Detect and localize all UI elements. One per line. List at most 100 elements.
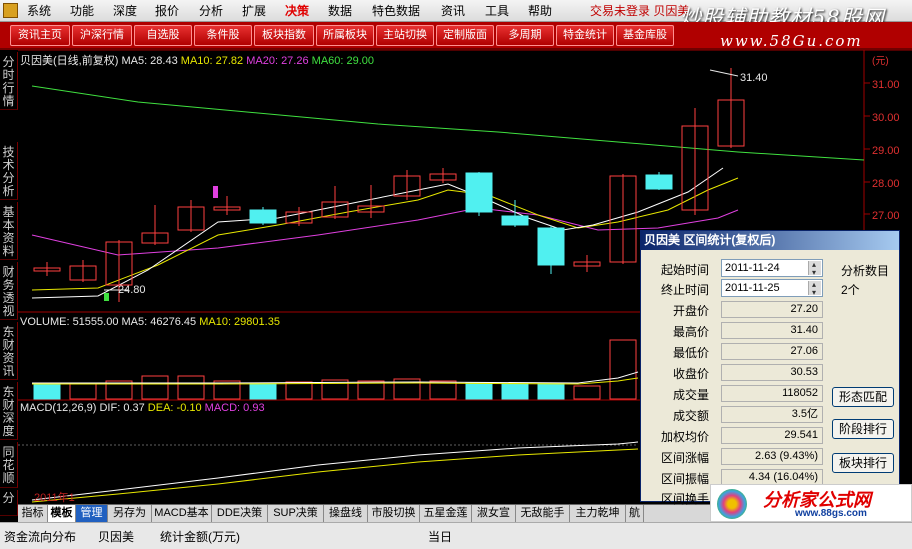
stat-value-vwap: 29.541 [721,427,823,444]
pattern-match-button[interactable]: 形态匹配 [832,387,894,407]
volume-ma5-label: MA5: 46276.45 [121,316,197,328]
left-tab-bar: 分时行情 技术分析 基本资料 财务透视 东财资讯 东财深度 同花顺 分 [0,50,18,518]
macd-value-label: MACD: 0.93 [204,402,265,414]
stock-title: 贝因美(日线,前复权) [20,55,119,67]
tab-trading-line[interactable]: 操盘线 [324,505,368,523]
stat-label-low: 最低价 [672,346,709,360]
tab-five-star[interactable]: 五星金莲 [420,505,472,523]
y-tick-28: 28.00 [872,178,900,190]
site-logo-url: www.88gs.com [795,508,867,519]
menu-analysis[interactable]: 分析 [199,0,223,22]
stat-label-close: 收盘价 [672,367,709,381]
toolbar-fund-button[interactable]: 基金库股 [616,25,674,46]
tab-invincible[interactable]: 无敌能手 [516,505,570,523]
toolbar-condition-button[interactable]: 条件股 [194,25,252,46]
tab-indicator[interactable]: 指标 [18,505,48,523]
tab-macd-basic[interactable]: MACD基本 [152,505,212,523]
toolbar-layout-button[interactable]: 定制版面 [436,25,494,46]
stat-value-turnover: 3.5亿 [721,406,823,423]
volume-bar [249,382,277,400]
end-time-label: 终止时间 [660,283,709,297]
menu-help[interactable]: 帮助 [528,0,552,22]
menu-quote[interactable]: 报价 [155,0,179,22]
toolbar-sector-index-button[interactable]: 板块指数 [254,25,314,46]
stat-label-turnover-rate: 区间换手 [660,492,709,506]
left-tab-eastmoney-depth[interactable]: 东财深度 [0,382,18,440]
toolbar-server-switch-button[interactable]: 主站切换 [376,25,434,46]
volume-ma10-label: MA10: 29801.35 [199,316,280,328]
start-time-input[interactable]: 2011-11-24 [721,257,823,281]
tab-market-switch[interactable]: 市股切换 [368,505,420,523]
year-label: 2011年1 [34,492,75,504]
volume-title: VOLUME: 51555.00 [20,316,119,328]
menu-data[interactable]: 数据 [328,0,352,22]
tab-more[interactable]: 航 [626,505,644,523]
stat-label-high: 最高价 [672,325,709,339]
toolbar-multi-period-button[interactable]: 多周期 [496,25,554,46]
site-logo: 分析家公式网 www.88gs.com [710,484,912,522]
volume-legend: VOLUME: 51555.00 MA5: 46276.45 MA10: 298… [20,316,280,328]
menu-extend[interactable]: 扩展 [242,0,266,22]
tab-lady[interactable]: 淑女宣 [472,505,516,523]
stat-value-volume: 118052 [721,385,823,402]
high-annotation: 31.40 [740,72,768,84]
status-fund-flow[interactable]: 资金流向分布 [4,528,76,545]
ma60-label: MA60: 29.00 [311,55,375,67]
dif-label: DIF: 0.37 [99,402,145,414]
candle-body [537,227,565,266]
left-tab-intraday[interactable]: 分时行情 [0,52,18,110]
volume-bar [33,382,61,400]
watermark-url: www.58Gu.com [720,32,863,50]
candle-body [249,209,277,224]
ma5-label: MA5: 28.43 [121,55,178,67]
macd-title: MACD(12,26,9) [20,402,97,414]
y-tick-30: 30.00 [872,112,900,124]
left-tab-fundamentals[interactable]: 基本资料 [0,202,18,260]
toolbar-my-sector-button[interactable]: 所属板块 [316,25,374,46]
status-amount-label: 统计金额(万元) [160,530,240,544]
left-tab-ths[interactable]: 同花顺 [0,442,18,488]
stat-value-low: 27.06 [721,343,823,360]
signal-marker [213,186,218,198]
toolbar-watchlist-button[interactable]: 自选股 [134,25,192,46]
stage-rank-button[interactable]: 阶段排行 [832,419,894,439]
start-time-spinner[interactable] [808,257,821,281]
left-tab-financial[interactable]: 财务透视 [0,262,18,320]
toolbar-news-home-button[interactable]: 资讯主页 [10,25,70,46]
candle-body [645,174,673,190]
menu-depth[interactable]: 深度 [113,0,137,22]
unit-label: (元) [872,56,889,67]
left-tab-technical[interactable]: 技术分析 [0,142,18,200]
tab-dde[interactable]: DDE决策 [212,505,268,523]
status-today: 当日 [428,530,453,544]
tab-manage[interactable]: 管理 [76,505,108,523]
menu-special-data[interactable]: 特色数据 [372,0,420,22]
tab-sup[interactable]: SUP决策 [268,505,324,523]
end-time-input[interactable]: 2011-11-25 [721,277,823,301]
main-chart-legend: 贝因美(日线,前复权) MA5: 28.43 MA10: 27.82 MA20:… [20,52,374,68]
left-tab-more[interactable]: 分 [0,490,18,516]
toolbar-market-button[interactable]: 沪深行情 [72,25,132,46]
left-tab-eastmoney-news[interactable]: 东财资讯 [0,322,18,380]
menu-news[interactable]: 资讯 [441,0,465,22]
menu-system[interactable]: 系统 [27,0,51,22]
tab-main-force[interactable]: 主力乾坤 [570,505,626,523]
tab-template[interactable]: 模板 [48,505,76,523]
stat-label-change: 区间涨幅 [660,451,709,465]
tab-save-as[interactable]: 另存为 [108,505,152,523]
sector-rank-button[interactable]: 板块排行 [832,453,894,473]
status-stock-name: 贝因美 [98,530,135,544]
stat-label-vwap: 加权均价 [660,430,709,444]
menu-function[interactable]: 功能 [70,0,94,22]
end-time-spinner[interactable] [808,277,821,301]
menu-tools[interactable]: 工具 [485,0,509,22]
toolbar-stats-button[interactable]: 特金统计 [556,25,614,46]
status-bar: 资金流向分布 贝因美 统计金额(万元) 当日 [0,522,912,549]
menu-decision[interactable]: 决策 [285,0,309,22]
candle-body [501,215,529,226]
stat-label-amplitude: 区间振幅 [660,472,709,486]
count-label: 分析数目 [841,264,890,278]
y-tick-29: 29.00 [872,145,900,157]
stat-value-close: 30.53 [721,364,823,381]
dialog-title: 贝因美 区间统计(复权后) [641,231,899,250]
